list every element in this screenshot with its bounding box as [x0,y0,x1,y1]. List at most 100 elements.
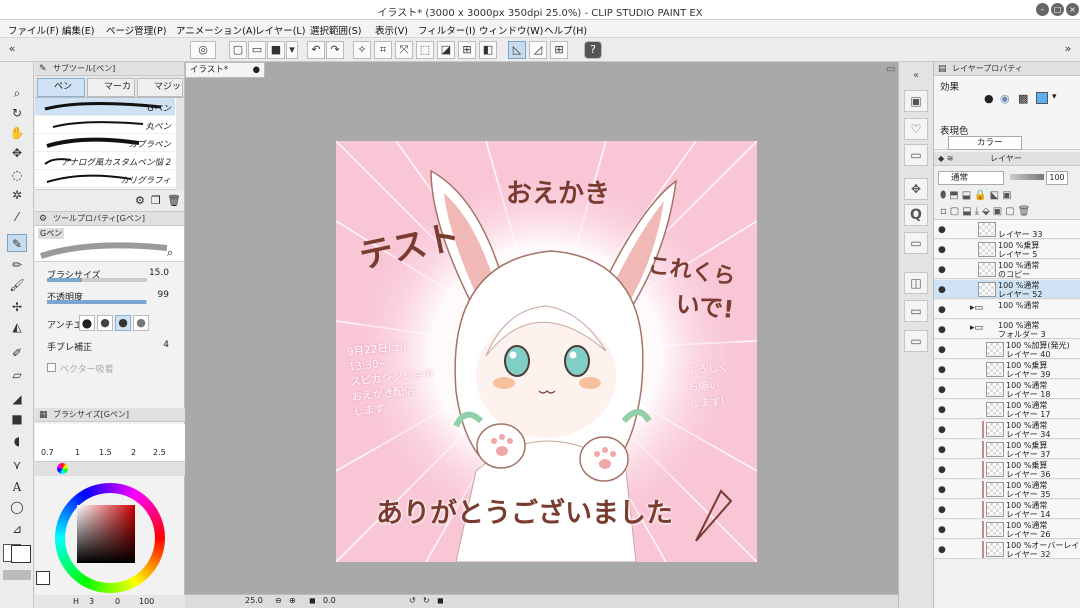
brush-size-value[interactable]: 15.0 [129,268,183,278]
size-preset[interactable]: 1 [75,448,80,457]
opacity-slider[interactable] [47,300,147,304]
tab-pen[interactable]: ペン [37,78,85,97]
layer-row[interactable]: ● 100 %通常 レイヤー 26 [934,520,1080,539]
select-all-icon[interactable]: ⊞ [458,41,476,59]
texture-effect-icon[interactable]: ▩ [1018,92,1028,105]
clip-studio-icon[interactable]: ◎ [190,41,216,59]
eye-icon[interactable]: ● [938,365,946,375]
decoration-tool-icon[interactable]: ✢ [7,298,27,316]
layer-tabs-icons[interactable]: ◆ ≋ [938,152,953,166]
layer-lock-icons[interactable]: ⬮⬒⬓🔒⬕▣ [940,190,1015,201]
brush-item-analog[interactable]: アナログ風カスタムペン悩 2 [35,152,175,170]
artwork-canvas[interactable]: テスト おえかき これくら いで! 9月22日(土) 13:30~ スピカシンジ… [336,141,757,562]
value-value[interactable]: 100 [139,597,154,606]
eye-icon[interactable]: ● [938,445,946,455]
brush-item-kabura[interactable]: カブラペン [35,134,175,152]
aa-none-icon[interactable]: ● [79,315,95,331]
operation-tool-icon[interactable]: ✋ [7,124,27,142]
layer-action-icons[interactable]: ▫▢⬓⤓⬙▣▢🗑 [940,206,1033,217]
vector-snap-checkbox[interactable] [47,363,56,372]
brush-item-gpen[interactable]: Gペン [35,98,175,116]
layer-row[interactable]: ● 100 %乗算 レイヤー 5 [934,240,1080,259]
menu-view[interactable]: 表示(V) [375,23,408,37]
menu-page[interactable]: ページ管理(P) [106,23,166,37]
deselect-icon[interactable]: ⬚ [416,41,434,59]
brush-item-maru[interactable]: 丸ペン [35,116,175,134]
layer-row[interactable]: ● 100 %オーバーレイ レイヤー 32 [934,540,1080,559]
eyedropper-tool-icon[interactable]: ⁄ [7,208,27,226]
layer-row[interactable]: ● 100 %乗算 レイヤー 37 [934,440,1080,459]
expand-selection-icon[interactable]: ◧ [479,41,497,59]
layer-row[interactable]: ● ▸▭ 100 %通常 [934,300,1080,319]
zoom-out-icon[interactable]: ⊖ [275,596,282,605]
layer-move-tool-icon[interactable]: ✥ [7,144,27,162]
balloon-tool-icon[interactable]: ◯ [7,498,27,516]
fit-icon[interactable]: ◼ [309,596,316,605]
layer-row[interactable]: ● 100 %通常 レイヤー 17 [934,400,1080,419]
layer-row[interactable]: ● 100 %通常 レイヤー 14 [934,500,1080,519]
size-preset[interactable]: 1.5 [99,448,112,457]
help-icon[interactable]: ? [584,41,602,59]
folder-icon[interactable]: ▸▭ [970,323,983,333]
save-icon[interactable]: ■ [267,41,285,59]
search-layer-icon[interactable]: Q [904,204,928,226]
new-file-icon[interactable]: ▢ [229,41,247,59]
collapse-left-icon[interactable]: « [6,41,18,59]
folder-icon[interactable]: ▭ [904,144,928,166]
minimize-icon[interactable]: – [1036,3,1049,16]
invert-selection-icon[interactable]: ◪ [437,41,455,59]
pencil-tool-icon[interactable]: ✏ [7,256,27,274]
menu-edit[interactable]: 編集(E) [62,23,94,37]
collapse-dock-icon[interactable]: « [904,66,928,88]
zoom-tool-icon[interactable]: ⌕ [7,84,27,102]
material-folder-icon[interactable]: ▭ [904,232,928,254]
zoom-preview-icon[interactable]: ⌕ [167,246,173,260]
eye-icon[interactable]: ● [938,305,946,315]
rotate-right-icon[interactable]: ↻ [423,596,430,605]
eraser-tool-icon[interactable]: ▱ [7,366,27,384]
eye-icon[interactable]: ● [938,425,946,435]
angle-value[interactable]: 0.0 [323,596,336,605]
eye-icon[interactable]: ● [938,505,946,515]
aa-medium-icon[interactable]: ● [115,315,131,331]
blend-mode-select[interactable]: 通常 [938,171,1004,185]
tone-effect-icon[interactable]: ◉ [1000,92,1010,105]
menu-layer[interactable]: レイヤー(L) [255,23,305,37]
eye-icon[interactable]: ● [938,245,946,255]
folder-icon[interactable]: ▸▭ [970,303,983,313]
tab-marker[interactable]: マーカ [87,78,135,97]
size-preset[interactable]: 0.7 [41,448,54,457]
eye-icon[interactable]: ● [938,225,946,235]
aa-strong-icon[interactable]: ● [133,315,149,331]
eye-icon[interactable]: ● [938,405,946,415]
size-preset[interactable]: 2 [131,448,136,457]
menu-file[interactable]: ファイル(F) [8,23,59,37]
layer-row[interactable]: ● 100 %通常 レイヤー 34 [934,420,1080,439]
eye-icon[interactable]: ● [938,325,946,335]
material-icon[interactable]: ♡ [904,118,928,140]
layer-opacity-value[interactable]: 100 [1046,171,1068,185]
eye-icon[interactable]: ● [938,485,946,495]
menu-help[interactable]: ヘルプ(H) [544,23,587,37]
menu-selection[interactable]: 選択範囲(S) [310,23,361,37]
pen-tool-icon[interactable]: ✎ [7,234,27,252]
eye-icon[interactable]: ● [938,385,946,395]
move-tool-icon[interactable]: ↻ [7,104,27,122]
size-preset[interactable]: 2.5 [153,448,166,457]
collapse-right-icon[interactable]: » [1062,41,1074,59]
eye-icon[interactable]: ● [938,545,946,555]
history-icon[interactable]: ◫ [904,272,928,294]
opacity-slider[interactable] [1010,174,1044,180]
redo-icon[interactable]: ↷ [326,41,344,59]
save-menu-icon[interactable]: ▾ [286,41,298,59]
layer-row[interactable]: ● 100 %通常 レイヤー 35 [934,480,1080,499]
brush-size-slider[interactable] [47,278,147,282]
brush-list-scrollbar[interactable] [176,98,184,190]
lasso-tool-icon[interactable]: ◌ [7,166,27,184]
snap-special-ruler-icon[interactable]: ◿ [529,41,547,59]
gradient-tool-icon[interactable]: ■ [7,410,27,428]
close-doc-icon[interactable]: ● [253,63,260,77]
ruler-tool-icon[interactable]: ⊿ [7,520,27,538]
reset-rotation-icon[interactable]: ◼ [437,596,444,605]
sub-color-swatch[interactable] [11,545,31,563]
